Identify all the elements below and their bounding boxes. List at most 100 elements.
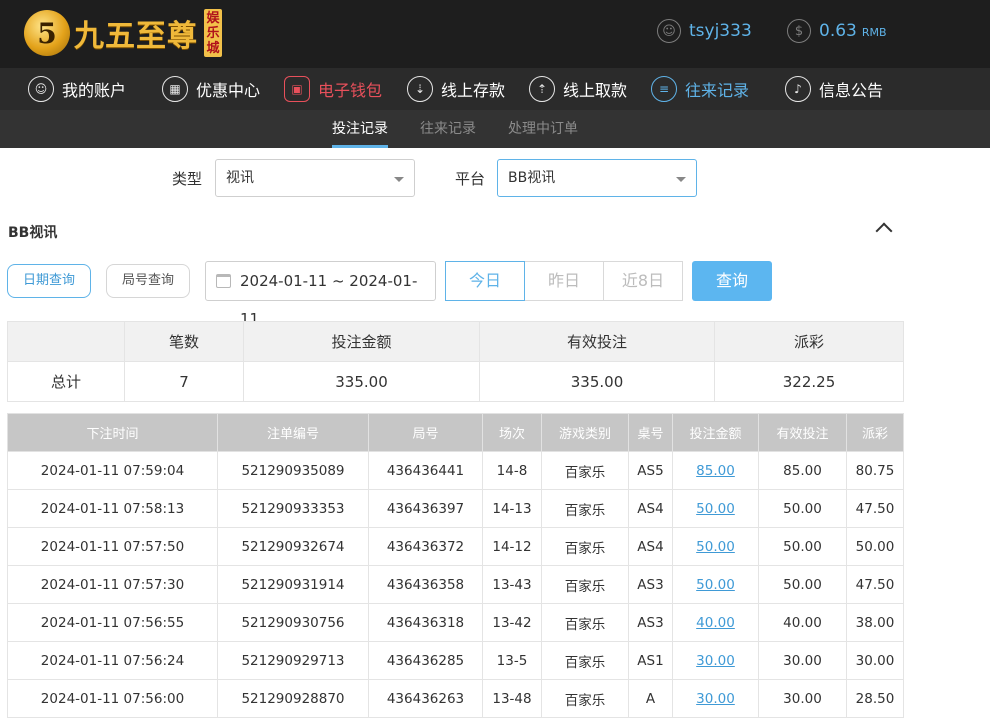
nav-announcements[interactable]: ♪ 信息公告 bbox=[785, 74, 883, 104]
table-cell: 13-5 bbox=[482, 641, 542, 680]
search-button[interactable]: 查询 bbox=[692, 261, 772, 301]
table-cell: 521290931914 bbox=[217, 565, 369, 604]
chevron-up-icon[interactable] bbox=[875, 222, 893, 240]
bet-amount-link[interactable]: 50.00 bbox=[696, 539, 735, 555]
nav-label: 电子钱包 bbox=[318, 81, 383, 100]
user-icon: ☺ bbox=[28, 76, 54, 102]
nav-label: 优惠中心 bbox=[196, 81, 261, 100]
today-button[interactable]: 今日 bbox=[445, 261, 525, 301]
site-logo[interactable]: 5 九五至尊 娱 乐 城 bbox=[24, 4, 222, 62]
table-cell: 50.00 bbox=[672, 489, 759, 528]
gift-icon: ▦ bbox=[162, 76, 188, 102]
summary-cell: 335.00 bbox=[243, 361, 480, 402]
tab-bet-records[interactable]: 投注记录 bbox=[332, 110, 388, 148]
table-cell: 436436372 bbox=[368, 527, 483, 566]
table-cell: AS4 bbox=[628, 527, 673, 566]
platform-label: 平台 bbox=[455, 170, 486, 188]
yesterday-button[interactable]: 昨日 bbox=[524, 261, 604, 301]
column-header: 桌号 bbox=[628, 413, 673, 452]
column-header: 注单编号 bbox=[217, 413, 369, 452]
table-cell: AS4 bbox=[628, 489, 673, 528]
table-row: 2024-01-11 07:56:00 521290928870 436436263… bbox=[7, 679, 904, 718]
column-header: 有效投注 bbox=[758, 413, 847, 452]
table-cell: 2024-01-11 07:57:50 bbox=[7, 527, 218, 566]
table-cell: 13-42 bbox=[482, 603, 542, 642]
logo-tag: 娱 乐 城 bbox=[204, 9, 222, 57]
balance-currency: RMB bbox=[861, 26, 887, 39]
table-cell: 50.00 bbox=[758, 527, 847, 566]
nav-e-wallet[interactable]: ▣ 电子钱包 bbox=[284, 74, 382, 104]
summary-cell: 322.25 bbox=[714, 361, 904, 402]
table-row: 2024-01-11 07:59:04 521290935089 436436441… bbox=[7, 451, 904, 490]
table-cell: 13-43 bbox=[482, 565, 542, 604]
records-icon: ≡ bbox=[651, 76, 677, 102]
type-label: 类型 bbox=[172, 170, 203, 188]
column-header: 局号 bbox=[368, 413, 483, 452]
nav-label: 往来记录 bbox=[685, 81, 750, 100]
bet-amount-link[interactable]: 85.00 bbox=[696, 463, 735, 479]
table-cell: 2024-01-11 07:56:00 bbox=[7, 679, 218, 718]
table-cell: 28.50 bbox=[846, 679, 904, 718]
bet-amount-link[interactable]: 40.00 bbox=[696, 615, 735, 631]
table-cell: 436436318 bbox=[368, 603, 483, 642]
nav-label: 线上取款 bbox=[563, 81, 628, 100]
bet-records-table: 下注时间 注单编号 局号 场次 游戏类别 桌号 投注金额 有效投注 派彩 202… bbox=[7, 413, 904, 718]
summary-table: 笔数 投注金额 有效投注 派彩 总计 7 335.00 335.00 322.2… bbox=[7, 321, 904, 402]
nav-my-account[interactable]: ☺ 我的账户 bbox=[28, 74, 126, 104]
nav-online-deposit[interactable]: ⇣ 线上存款 bbox=[407, 74, 505, 104]
table-body: 2024-01-11 07:59:04 521290935089 436436441… bbox=[7, 451, 904, 718]
last-8-days-button[interactable]: 近8日 bbox=[603, 261, 683, 301]
tab-pending-orders[interactable]: 处理中订单 bbox=[508, 110, 578, 148]
summary-header bbox=[7, 321, 125, 362]
column-header: 投注金额 bbox=[672, 413, 759, 452]
nav-online-withdraw[interactable]: ⇡ 线上取款 bbox=[529, 74, 627, 104]
bet-amount-link[interactable]: 50.00 bbox=[696, 577, 735, 593]
date-range-value: 2024-01-11 ~ 2024-01-11 bbox=[240, 272, 418, 328]
user-info[interactable]: ☺ tsyj333 bbox=[657, 19, 752, 43]
deposit-icon: ⇣ bbox=[407, 76, 433, 102]
table-row: 2024-01-11 07:58:13 521290933353 436436397… bbox=[7, 489, 904, 528]
bet-amount-link[interactable]: 30.00 bbox=[696, 691, 735, 707]
platform-select-value: BB视讯 bbox=[508, 170, 556, 186]
table-cell: 521290930756 bbox=[217, 603, 369, 642]
bet-amount-link[interactable]: 50.00 bbox=[696, 501, 735, 517]
table-row: 2024-01-11 07:56:24 521290929713 436436285… bbox=[7, 641, 904, 680]
nav-promotions[interactable]: ▦ 优惠中心 bbox=[162, 74, 260, 104]
table-cell: 百家乐 bbox=[541, 489, 629, 528]
table-cell: 百家乐 bbox=[541, 451, 629, 490]
type-select[interactable]: 视讯 bbox=[215, 159, 415, 197]
round-query-button[interactable]: 局号查询 bbox=[106, 264, 190, 298]
bet-amount-link[interactable]: 30.00 bbox=[696, 653, 735, 669]
table-cell: 50.00 bbox=[846, 527, 904, 566]
date-range-input[interactable]: 2024-01-11 ~ 2024-01-11 bbox=[205, 261, 436, 328]
table-row: 2024-01-11 07:57:50 521290932674 436436372… bbox=[7, 527, 904, 566]
table-cell: 50.00 bbox=[672, 527, 759, 566]
table-cell: 2024-01-11 07:56:55 bbox=[7, 603, 218, 642]
table-cell: 40.00 bbox=[758, 603, 847, 642]
balance-amount: 0.63 bbox=[819, 21, 857, 41]
table-cell: 521290928870 bbox=[217, 679, 369, 718]
table-cell: 85.00 bbox=[672, 451, 759, 490]
table-cell: 百家乐 bbox=[541, 565, 629, 604]
nav-transaction-records[interactable]: ≡ 往来记录 bbox=[651, 74, 749, 104]
table-cell: 30.00 bbox=[846, 641, 904, 680]
logo-mark: 5 bbox=[24, 10, 70, 56]
table-cell: 40.00 bbox=[672, 603, 759, 642]
summary-cell: 7 bbox=[124, 361, 244, 402]
table-cell: 30.00 bbox=[758, 679, 847, 718]
platform-select[interactable]: BB视讯 bbox=[497, 159, 697, 197]
tab-transaction-records[interactable]: 往来记录 bbox=[420, 110, 476, 148]
table-cell: AS1 bbox=[628, 641, 673, 680]
withdraw-icon: ⇡ bbox=[529, 76, 555, 102]
summary-header: 投注金额 bbox=[243, 321, 480, 362]
table-cell: 30.00 bbox=[758, 641, 847, 680]
table-row: 2024-01-11 07:57:30 521290931914 436436358… bbox=[7, 565, 904, 604]
summary-cell: 总计 bbox=[7, 361, 125, 402]
table-cell: 47.50 bbox=[846, 565, 904, 604]
dollar-icon: $ bbox=[787, 19, 811, 43]
calendar-icon bbox=[216, 274, 231, 288]
summary-header-row: 笔数 投注金额 有效投注 派彩 bbox=[7, 321, 904, 362]
table-row: 2024-01-11 07:56:55 521290930756 436436318… bbox=[7, 603, 904, 642]
bell-icon: ♪ bbox=[785, 76, 811, 102]
date-query-button[interactable]: 日期查询 bbox=[7, 264, 91, 298]
